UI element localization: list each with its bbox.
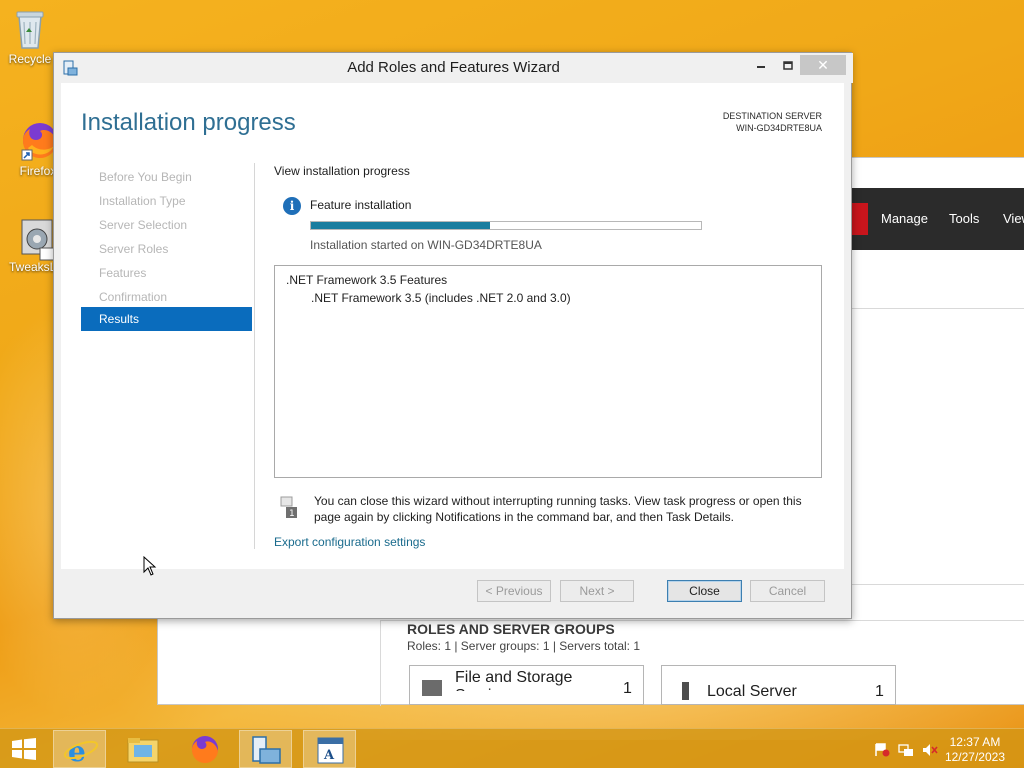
server-manager-nav — [166, 620, 381, 706]
wizard-title: Add Roles and Features Wizard — [347, 59, 560, 76]
maximize-button[interactable] — [775, 57, 801, 77]
tile-file-storage[interactable]: File and Storage Services 1 — [409, 665, 644, 705]
start-button[interactable] — [10, 738, 38, 760]
next-button[interactable]: Next > — [560, 580, 634, 602]
system-clock[interactable]: 12:37 AM 12/27/2023 — [945, 735, 1005, 765]
close-icon: ✕ — [817, 57, 829, 73]
section-label: View installation progress — [274, 164, 410, 178]
menu-tools[interactable]: Tools — [949, 211, 979, 226]
taskbar-firefox[interactable] — [178, 730, 231, 768]
taskbar-wordpad[interactable]: A — [303, 730, 356, 768]
installation-progress-bar — [310, 221, 702, 230]
installation-started-text: Installation started on WIN-GD34DRTE8UA — [310, 238, 542, 252]
tile-name: File and Storage Services — [455, 669, 573, 691]
tile-local-server[interactable]: Local Server 1 — [661, 665, 896, 705]
mouse-cursor-icon — [143, 555, 157, 576]
feature-installation-label: Feature installation — [310, 198, 412, 212]
action-center-flag-icon[interactable] — [874, 743, 890, 757]
tile-count: 1 — [623, 680, 632, 697]
taskbar-internet-explorer[interactable]: e — [53, 730, 106, 768]
internet-explorer-icon: e — [63, 735, 99, 768]
wizard-content: Installation progress DESTINATION SERVER… — [61, 83, 844, 569]
taskbar-server-manager[interactable] — [239, 730, 292, 768]
desktop-icon-label: Recycle — [8, 52, 52, 66]
tile-count: 1 — [875, 683, 884, 700]
roles-section-title: ROLES AND SERVER GROUPS — [407, 621, 615, 637]
svg-text:1: 1 — [289, 509, 295, 519]
nav-item-results[interactable]: Results — [81, 307, 252, 331]
firefox-icon — [18, 118, 58, 162]
minimize-button[interactable] — [748, 57, 774, 77]
tweakslogon-icon — [16, 214, 56, 261]
menu-view[interactable]: View — [1003, 211, 1024, 226]
page-title: Installation progress — [81, 109, 296, 136]
desktop-icon-recycle-bin[interactable]: Recycle — [0, 6, 60, 66]
results-list[interactable]: .NET Framework 3.5 Features .NET Framewo… — [274, 265, 822, 478]
tile-name: Local Server — [707, 683, 797, 700]
nav-item-features[interactable]: Features — [99, 266, 146, 280]
cancel-button[interactable]: Cancel — [750, 580, 825, 602]
recycle-bin-icon — [10, 6, 50, 50]
divider — [254, 163, 255, 549]
divider — [852, 308, 1024, 309]
server-icon — [682, 682, 689, 700]
taskbar-file-explorer[interactable] — [116, 730, 169, 768]
destination-server-info: DESTINATION SERVER WIN-GD34DRTE8UA — [723, 110, 822, 134]
minimize-icon — [757, 66, 765, 68]
clock-date: 12/27/2023 — [944, 750, 1005, 764]
nav-item-installation-type[interactable]: Installation Type — [99, 194, 186, 208]
wordpad-icon: A — [317, 737, 344, 764]
destination-label: DESTINATION SERVER — [722, 111, 822, 121]
svg-text:A: A — [323, 748, 335, 763]
notification-flag-icon: 1 — [278, 494, 300, 520]
nav-item-server-selection[interactable]: Server Selection — [99, 218, 187, 232]
destination-server-name: WIN-GD34DRTE8UA — [736, 123, 822, 133]
results-item: .NET Framework 3.5 Features — [286, 273, 448, 287]
divider — [852, 584, 1024, 585]
nav-item-server-roles[interactable]: Server Roles — [99, 242, 168, 256]
wizard-footer: < Previous Next > Close Cancel — [61, 569, 844, 613]
maximize-icon — [783, 61, 793, 70]
nav-item-before-you-begin[interactable]: Before You Begin — [99, 170, 192, 184]
progress-fill — [311, 222, 491, 229]
roles-summary: Roles: 1 | Server groups: 1 | Servers to… — [407, 639, 641, 653]
close-wizard-note: You can close this wizard without interr… — [314, 494, 802, 524]
nav-item-confirmation[interactable]: Confirmation — [99, 290, 167, 304]
results-subitem: .NET Framework 3.5 (includes .NET 2.0 an… — [311, 291, 571, 305]
svg-text:e: e — [68, 735, 86, 768]
windows-logo-icon — [12, 738, 36, 760]
close-button[interactable]: Close — [667, 580, 742, 602]
add-roles-wizard-dialog: Add Roles and Features Wizard ✕ Installa… — [53, 52, 853, 619]
firefox-icon — [191, 736, 218, 764]
previous-button[interactable]: < Previous — [477, 580, 551, 602]
file-storage-icon — [422, 680, 442, 696]
clock-time: 12:37 AM — [949, 735, 1001, 749]
file-explorer-icon — [127, 738, 159, 763]
wizard-app-icon — [62, 60, 78, 76]
wizard-title-bar[interactable]: Add Roles and Features Wizard — [54, 53, 853, 83]
close-window-button[interactable]: ✕ — [800, 55, 846, 75]
export-configuration-link[interactable]: Export configuration settings — [274, 535, 425, 549]
menu-manage[interactable]: Manage — [881, 211, 928, 226]
taskbar: e A 12:37 AM 12/27/2023 — [0, 728, 1024, 768]
network-icon[interactable] — [898, 743, 914, 757]
volume-muted-icon[interactable] — [922, 743, 938, 757]
server-manager-icon — [252, 736, 281, 764]
info-icon: i — [283, 197, 301, 215]
